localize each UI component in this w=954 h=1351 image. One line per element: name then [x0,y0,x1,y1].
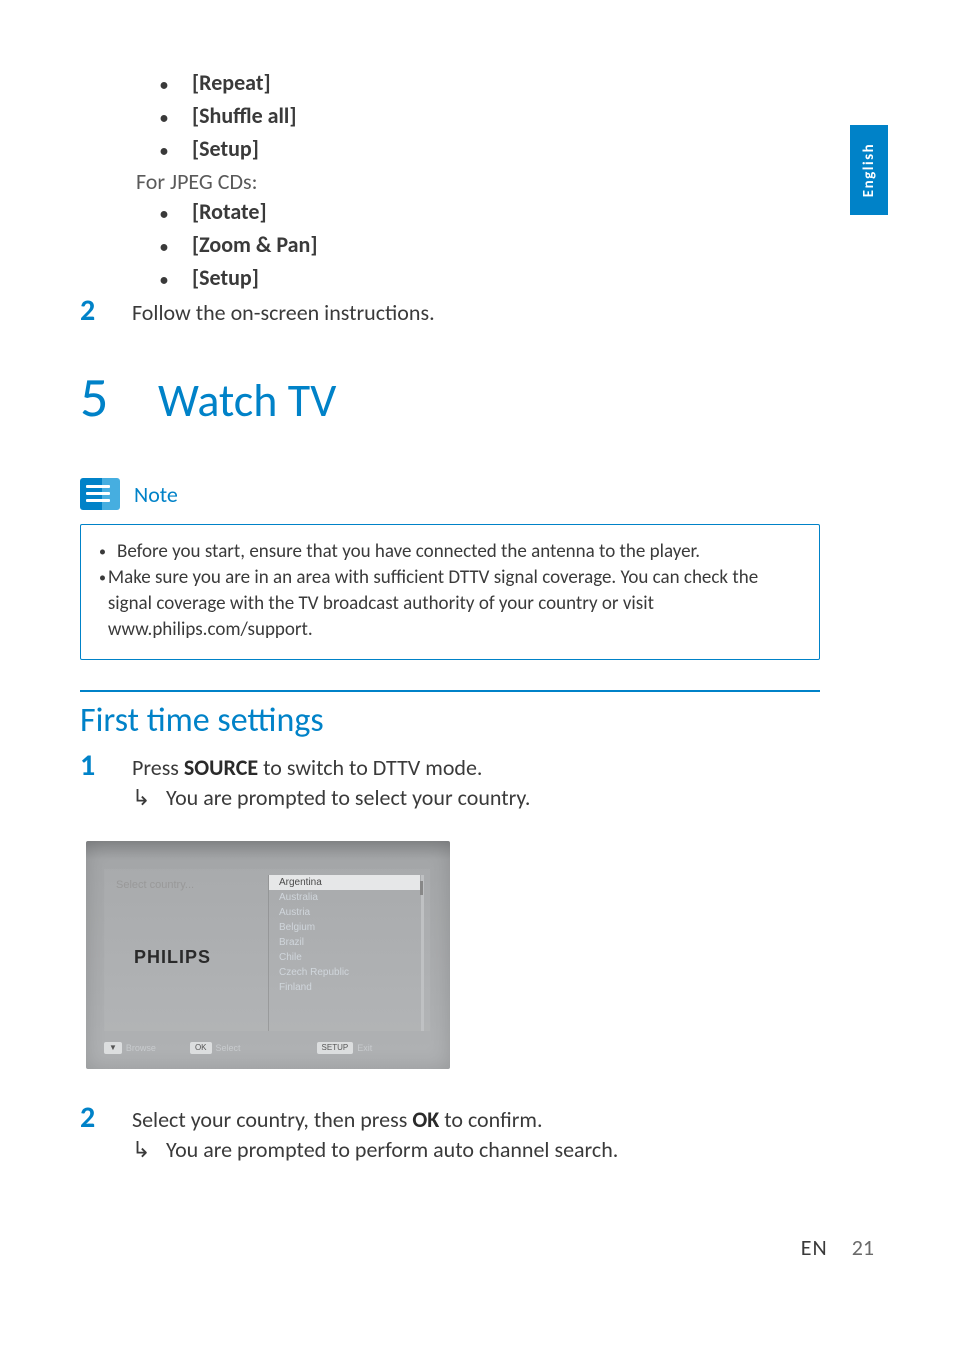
ss-country-item: Belgium [279,920,421,935]
page-content: •[Repeat] •[Shuffle all] •[Setup] For JP… [80,68,820,1165]
ss-select-key-icon: OK [190,1042,212,1054]
ss-country-item-selected: Argentina [269,875,420,890]
footer-page-number: 21 [852,1234,874,1261]
language-tab: English [850,125,888,215]
list-item: •[Shuffle all] [160,101,820,134]
step-2: 2 Select your country, then press OK to … [80,1103,820,1135]
page-footer: EN 21 [801,1234,874,1261]
section-title: First time settings [80,700,820,741]
result-arrow-icon: ↳ [132,783,166,813]
list-item: •[Setup] [160,134,820,167]
ss-browse-key-icon: ▼ [104,1042,122,1054]
step-number: 2 [80,1103,132,1133]
list-item: •[Zoom & Pan] [160,230,820,263]
note-block: Note •Before you start, ensure that you … [80,478,820,660]
chapter-heading: 5 Watch TV [80,364,820,432]
result-row: ↳ You are prompted to select your countr… [132,783,820,813]
ss-exit-key-icon: SETUP [317,1042,354,1054]
ss-country-list: Argentina Australia Austria Belgium Braz… [268,875,424,1031]
result-arrow-icon: ↳ [132,1135,166,1165]
ss-select-label: Select [216,1043,241,1053]
section-rule [80,690,820,692]
chapter-number: 5 [80,364,158,432]
step-1: 1 Press SOURCE to switch to DTTV mode. [80,751,820,783]
ss-exit-label: Exit [357,1043,372,1053]
note-label: Note [134,481,178,508]
ss-prompt-label: Select country... [104,869,268,891]
ss-brand-logo: PHILIPS [134,947,211,968]
step-text: Press SOURCE to switch to DTTV mode. [132,753,820,783]
country-select-screenshot: Select country... PHILIPS Argentina Aust… [86,841,450,1069]
result-text: You are prompted to perform auto channel… [166,1135,618,1165]
ss-country-item: Finland [279,980,421,995]
bullet-list-a: •[Repeat] •[Shuffle all] •[Setup] [160,68,820,167]
ss-country-item: Czech Republic [279,965,421,980]
footer-lang: EN [801,1234,828,1261]
note-icon [80,478,120,510]
bullet-list-b: •[Rotate] •[Zoom & Pan] •[Setup] [160,197,820,296]
ss-country-item: Chile [279,950,421,965]
step-2-top: 2 Follow the on-screen instructions. [80,296,820,328]
ss-country-item: Austria [279,905,421,920]
step-number: 1 [80,751,132,781]
list-item: •[Setup] [160,263,820,296]
list-item: •[Repeat] [160,68,820,101]
result-row: ↳ You are prompted to perform auto chann… [132,1135,820,1165]
result-text: You are prompted to select your country. [166,783,530,813]
list-item: •[Rotate] [160,197,820,230]
ss-browse-label: Browse [126,1043,156,1053]
note-box: •Before you start, ensure that you have … [80,524,820,660]
step-number: 2 [80,296,132,326]
subnote: For JPEG CDs: [136,167,820,197]
step-text: Select your country, then press OK to co… [132,1105,820,1135]
chapter-title: Watch TV [158,373,336,429]
ss-country-item: Brazil [279,935,421,950]
ss-scrollbar [420,881,423,895]
step-text: Follow the on-screen instructions. [132,298,820,328]
ss-footer: ▼ Browse OK Select SETUPExit [104,1037,430,1059]
ss-country-item: Australia [279,890,421,905]
note-item: Before you start, ensure that you have c… [117,539,700,565]
note-item: Make sure you are in an area with suffic… [108,565,801,643]
